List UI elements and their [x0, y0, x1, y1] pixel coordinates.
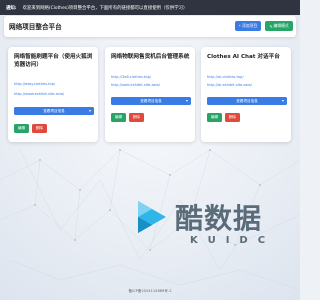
select-label: 查看项目信息 [43, 108, 65, 113]
delete-button[interactable]: 删除 [225, 113, 240, 122]
logo-subtext: KUIDC [190, 235, 276, 246]
edit-button[interactable]: 编辑 [207, 113, 222, 122]
page-header: 网络项目整合平台 + 添加项目 ✎ 编辑模式 [4, 16, 296, 37]
project-link[interactable]: http://3a8.clothes.top/ [111, 75, 151, 79]
logo-text: 酷数据 [175, 202, 263, 235]
project-link[interactable]: http://www.exhibit.site.asia/ [14, 92, 64, 96]
edit-mode-label: 编辑模式 [273, 23, 289, 28]
chevron-down-icon [282, 99, 284, 102]
chevron-down-icon [186, 99, 188, 102]
project-info-select[interactable]: 查看项目信息 [111, 97, 191, 105]
project-link[interactable]: http://sale.exhibit.site.asia/ [111, 83, 160, 87]
project-title: 网络智能刷题平台（使用火狐浏览器访问） [14, 54, 93, 68]
project-card: 网络智能刷题平台（使用火狐浏览器访问） http://easy.clothes.… [8, 47, 98, 142]
project-card: Clothes AI Chat 对话平台 http://ai.clothes.t… [201, 47, 291, 142]
project-title: Clothes AI Chat 对话平台 [207, 54, 280, 60]
delete-button[interactable]: 删除 [32, 124, 47, 133]
footer-icp: 备ICP备2024115889号-2 [128, 289, 172, 293]
project-card: 网络物联网售货机后台管理系统 http://3a8.clothes.top/ h… [105, 47, 195, 142]
page-title: 网络项目整合平台 [9, 23, 62, 31]
edit-button[interactable]: 编辑 [14, 124, 29, 133]
notice-text: 欢迎来到网络(Clothes)项目整合平台，下面所有的链接都可以直接使用（仅供学… [22, 5, 188, 11]
play-logo-icon [138, 201, 166, 233]
project-link[interactable]: http://easy.clothes.top/ [14, 82, 55, 86]
project-title: 网络物联网售货机后台管理系统 [111, 54, 190, 60]
add-project-label: 添加项目 [242, 23, 258, 28]
notice-bar: 通知: 欢迎来到网络(Clothes)项目整合平台，下面所有的链接都可以直接使用… [0, 0, 300, 15]
watermark-logo: 酷数据 KUIDC [130, 195, 280, 265]
pencil-icon: ✎ [269, 24, 273, 29]
project-link[interactable]: http://ai.exhibit.site.asia/ [207, 83, 252, 87]
edit-mode-button[interactable]: ✎ 编辑模式 [265, 21, 293, 31]
select-label: 查看项目信息 [140, 98, 162, 103]
chevron-down-icon [89, 109, 91, 112]
project-info-select[interactable]: 查看项目信息 [207, 97, 287, 105]
project-link[interactable]: http://ai.clothes.top/ [207, 75, 244, 79]
select-label: 查看项目信息 [236, 98, 258, 103]
edit-button[interactable]: 编辑 [111, 113, 126, 122]
add-project-button[interactable]: + 添加项目 [235, 21, 261, 31]
project-info-select[interactable]: 查看项目信息 [14, 107, 94, 115]
notice-label: 通知: [6, 5, 17, 11]
delete-button[interactable]: 删除 [129, 113, 144, 122]
plus-icon: + [238, 24, 242, 28]
